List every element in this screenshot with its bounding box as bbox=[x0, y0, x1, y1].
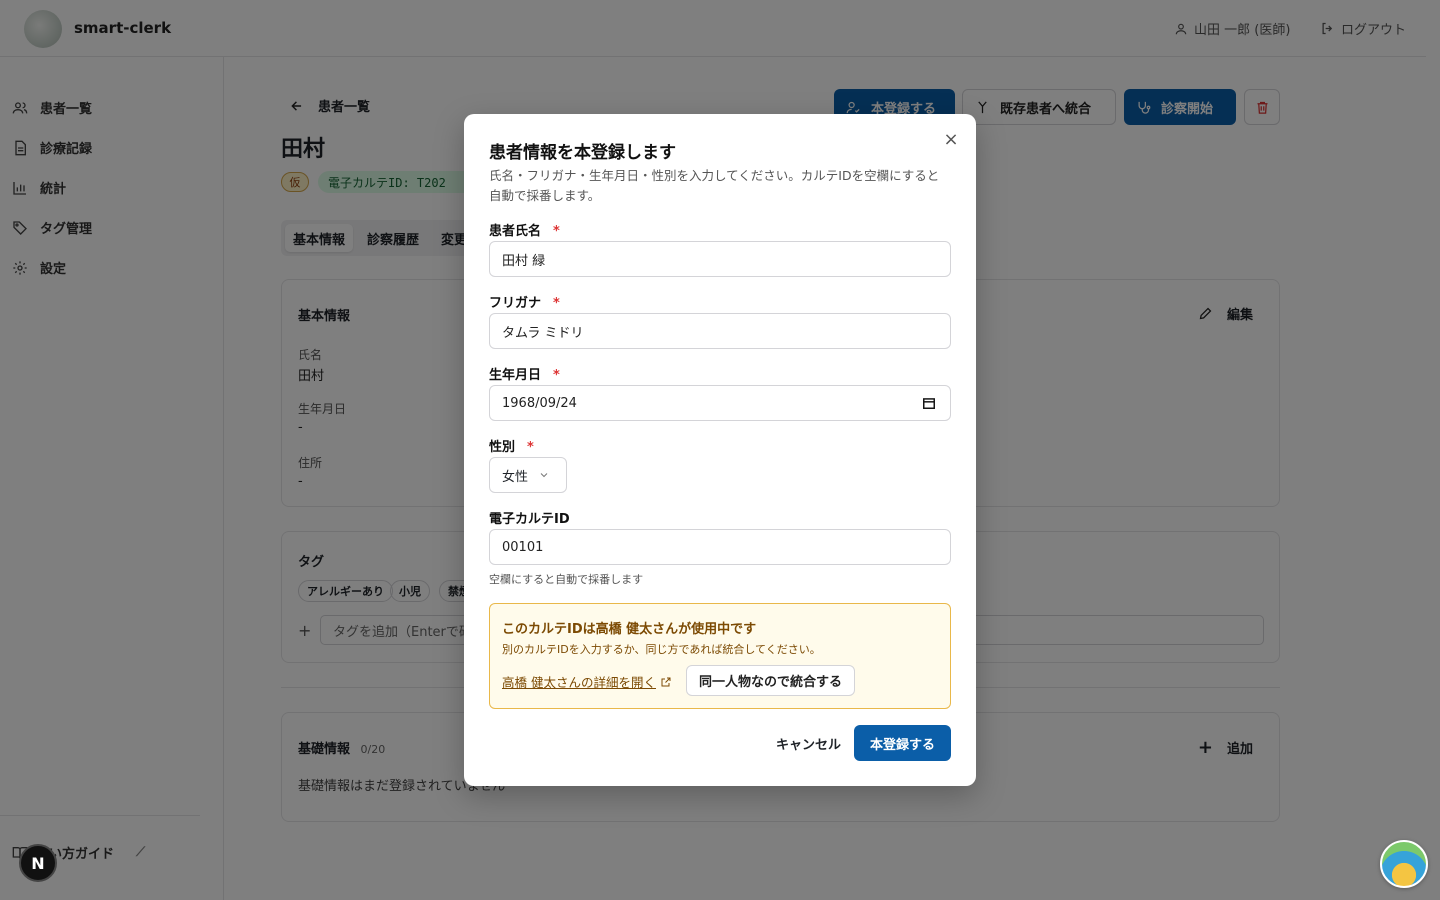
karte-id-help: 空欄にすると自動で採番します bbox=[489, 573, 644, 586]
warning-title: このカルテIDは高橋 健太さんが使用中です bbox=[502, 622, 757, 637]
calendar-icon[interactable] bbox=[922, 396, 936, 410]
gender-select[interactable]: 女性 bbox=[489, 457, 567, 493]
external-link-icon bbox=[660, 676, 672, 688]
birth-label: 生年月日 * bbox=[489, 368, 560, 383]
duplicate-id-warning: このカルテIDは高橋 健太さんが使用中です 別のカルテIDを入力するか、同じ方で… bbox=[489, 603, 951, 709]
cancel-button[interactable]: キャンセル bbox=[768, 725, 849, 761]
submit-register-button[interactable]: 本登録する bbox=[854, 725, 951, 761]
warning-subtitle: 別のカルテIDを入力するか、同じ方であれば統合してください。 bbox=[502, 643, 821, 656]
dialog-description: 氏名・フリガナ・生年月日・性別を入力してください。カルテIDを空欄にすると自動で… bbox=[489, 168, 940, 203]
assistant-avatar[interactable] bbox=[1380, 840, 1428, 888]
open-existing-patient-link[interactable]: 高橋 健太さんの詳細を開く bbox=[502, 672, 672, 691]
dev-tools-badge[interactable]: N bbox=[19, 844, 57, 882]
name-label-text: 患者氏名 bbox=[489, 224, 542, 239]
kana-label-text: フリガナ bbox=[489, 296, 542, 311]
patient-name-input[interactable]: 田村 緑 bbox=[489, 241, 951, 277]
gender-value: 女性 bbox=[502, 469, 529, 485]
birthdate-value: 1968/09/24 bbox=[502, 395, 577, 411]
gender-label-text: 性別 bbox=[489, 440, 516, 455]
karte-id-label: 電子カルテID bbox=[489, 512, 570, 527]
birth-label-text: 生年月日 bbox=[489, 368, 542, 383]
register-dialog: × 患者情報を本登録します 氏名・フリガナ・生年月日・性別を入力してください。カ… bbox=[464, 114, 976, 786]
close-icon[interactable]: × bbox=[942, 129, 960, 150]
kana-input[interactable]: タムラ ミドリ bbox=[489, 313, 951, 349]
kana-label: フリガナ * bbox=[489, 296, 560, 311]
birthdate-input[interactable]: 1968/09/24 bbox=[489, 385, 951, 421]
name-label: 患者氏名 * bbox=[489, 224, 560, 239]
gender-label: 性別 * bbox=[489, 440, 534, 455]
chevron-down-icon bbox=[538, 469, 550, 481]
merge-same-person-button[interactable]: 同一人物なので統合する bbox=[686, 665, 856, 696]
warning-link-text: 高橋 健太さんの詳細を開く bbox=[502, 675, 656, 690]
karte-id-input[interactable]: 00101 bbox=[489, 529, 951, 565]
dialog-title: 患者情報を本登録します bbox=[489, 143, 676, 163]
